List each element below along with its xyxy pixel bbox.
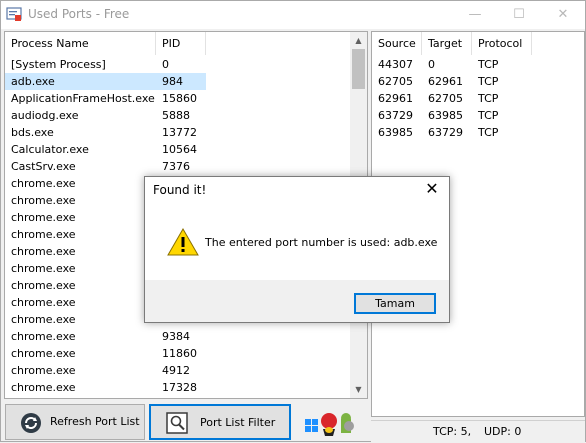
source-port-cell: 62705 xyxy=(378,75,413,88)
process-name-cell: adb.exe xyxy=(11,75,55,88)
process-row[interactable]: [System Process] 0 xyxy=(5,56,351,73)
process-row[interactable]: ApplicationFrameHost.exe 15860 xyxy=(5,90,351,107)
protocol-cell: TCP xyxy=(478,75,499,88)
dialog-footer: Tamam xyxy=(145,280,449,322)
process-name-cell: chrome.exe xyxy=(11,211,76,224)
process-row[interactable]: adb.exe 984 xyxy=(5,73,206,90)
process-name-cell: chrome.exe xyxy=(11,364,76,377)
process-name-cell: ApplicationFrameHost.exe xyxy=(11,92,155,105)
target-port-cell: 63729 xyxy=(428,126,463,139)
protocol-cell: TCP xyxy=(478,92,499,105)
port-list-filter-button[interactable]: Port List Filter xyxy=(149,404,291,440)
process-row[interactable]: Calculator.exe 10564 xyxy=(5,141,351,158)
found-it-dialog: Found it! ✕ The entered port number is u… xyxy=(144,176,450,323)
tcp-count: TCP: 5, xyxy=(433,425,472,438)
pid-cell: 10564 xyxy=(162,143,197,156)
maximize-button[interactable]: ☐ xyxy=(497,1,541,29)
pid-cell: 13772 xyxy=(162,126,197,139)
refresh-icon xyxy=(21,413,41,433)
minimize-button[interactable]: — xyxy=(453,1,497,29)
process-name-cell: chrome.exe xyxy=(11,279,76,292)
process-name-cell: CastSrv.exe xyxy=(11,160,76,173)
process-name-cell: Calculator.exe xyxy=(11,143,89,156)
process-name-cell: chrome.exe xyxy=(11,194,76,207)
process-name-cell: chrome.exe xyxy=(11,381,76,394)
warning-icon xyxy=(167,227,199,256)
target-port-cell: 63985 xyxy=(428,109,463,122)
protocol-cell: TCP xyxy=(478,58,499,71)
process-name-cell: audiodg.exe xyxy=(11,109,79,122)
scroll-up-arrow-icon[interactable]: ▲ xyxy=(350,32,367,49)
close-button[interactable]: ✕ xyxy=(541,1,585,29)
process-row[interactable]: chrome.exe 11860 xyxy=(5,345,351,362)
process-row[interactable]: bds.exe 13772 xyxy=(5,124,351,141)
process-name-cell: chrome.exe xyxy=(11,347,76,360)
process-name-cell: chrome.exe xyxy=(11,245,76,258)
port-row[interactable]: 63729 63985 TCP xyxy=(372,107,584,124)
target-port-cell: 62961 xyxy=(428,75,463,88)
refresh-button-label: Refresh Port List xyxy=(50,415,140,428)
pid-cell: 4912 xyxy=(162,364,190,377)
process-row[interactable]: chrome.exe 9384 xyxy=(5,328,351,345)
dialog-title: Found it! xyxy=(153,183,207,197)
pid-cell: 7376 xyxy=(162,160,190,173)
ok-button[interactable]: Tamam xyxy=(354,293,436,314)
column-header-pid[interactable]: PID xyxy=(156,32,206,55)
process-row[interactable]: audiodg.exe 5888 xyxy=(5,107,351,124)
scroll-down-arrow-icon[interactable]: ▼ xyxy=(350,381,367,398)
refresh-port-list-button[interactable]: Refresh Port List xyxy=(5,404,145,440)
process-name-cell: [System Process] xyxy=(11,58,106,71)
target-port-cell: 0 xyxy=(428,58,435,71)
process-row[interactable]: chrome.exe 17328 xyxy=(5,379,351,396)
process-row[interactable]: chrome.exe 4912 xyxy=(5,362,351,379)
target-port-cell: 62705 xyxy=(428,92,463,105)
app-icon xyxy=(6,7,22,21)
port-row[interactable]: 44307 0 TCP xyxy=(372,56,584,73)
process-name-cell: chrome.exe xyxy=(11,177,76,190)
process-row[interactable]: CastSrv.exe 7376 xyxy=(5,158,351,175)
source-port-cell: 63985 xyxy=(378,126,413,139)
window-title: Used Ports - Free xyxy=(28,7,130,21)
status-bar: TCP: 5, UDP: 0 xyxy=(371,420,585,442)
process-name-cell: chrome.exe xyxy=(11,313,76,326)
process-name-cell: bds.exe xyxy=(11,126,54,139)
dialog-message: The entered port number is used: adb.exe xyxy=(205,236,438,249)
column-header-protocol[interactable]: Protocol xyxy=(472,32,532,55)
main-window: Used Ports - Free — ☐ ✕ Process Name PID… xyxy=(0,0,586,442)
pid-cell: 984 xyxy=(162,75,183,88)
column-header-source[interactable]: Source xyxy=(372,32,422,55)
port-row[interactable]: 62961 62705 TCP xyxy=(372,90,584,107)
pid-cell: 17328 xyxy=(162,381,197,394)
title-bar[interactable]: Used Ports - Free — ☐ ✕ xyxy=(1,1,585,29)
port-row[interactable]: 62705 62961 TCP xyxy=(372,73,584,90)
os-platforms-icon xyxy=(305,413,354,436)
pid-cell: 9384 xyxy=(162,330,190,343)
pid-cell: 5888 xyxy=(162,109,190,122)
port-row[interactable]: 63985 63729 TCP xyxy=(372,124,584,141)
protocol-cell: TCP xyxy=(478,109,499,122)
column-header-target[interactable]: Target xyxy=(422,32,472,55)
column-header-process-name[interactable]: Process Name xyxy=(5,32,156,55)
pid-cell: 11860 xyxy=(162,347,197,360)
process-name-cell: chrome.exe xyxy=(11,330,76,343)
process-name-cell: chrome.exe xyxy=(11,262,76,275)
filter-button-label: Port List Filter xyxy=(200,416,276,429)
udp-count: UDP: 0 xyxy=(484,425,522,438)
process-name-cell: chrome.exe xyxy=(11,228,76,241)
scroll-thumb[interactable] xyxy=(352,49,365,89)
dialog-close-icon[interactable]: ✕ xyxy=(415,177,449,201)
process-name-cell: chrome.exe xyxy=(11,296,76,309)
pid-cell: 0 xyxy=(162,58,169,71)
filter-search-icon xyxy=(166,412,188,434)
source-port-cell: 62961 xyxy=(378,92,413,105)
protocol-cell: TCP xyxy=(478,126,499,139)
source-port-cell: 63729 xyxy=(378,109,413,122)
pid-cell: 15860 xyxy=(162,92,197,105)
source-port-cell: 44307 xyxy=(378,58,413,71)
